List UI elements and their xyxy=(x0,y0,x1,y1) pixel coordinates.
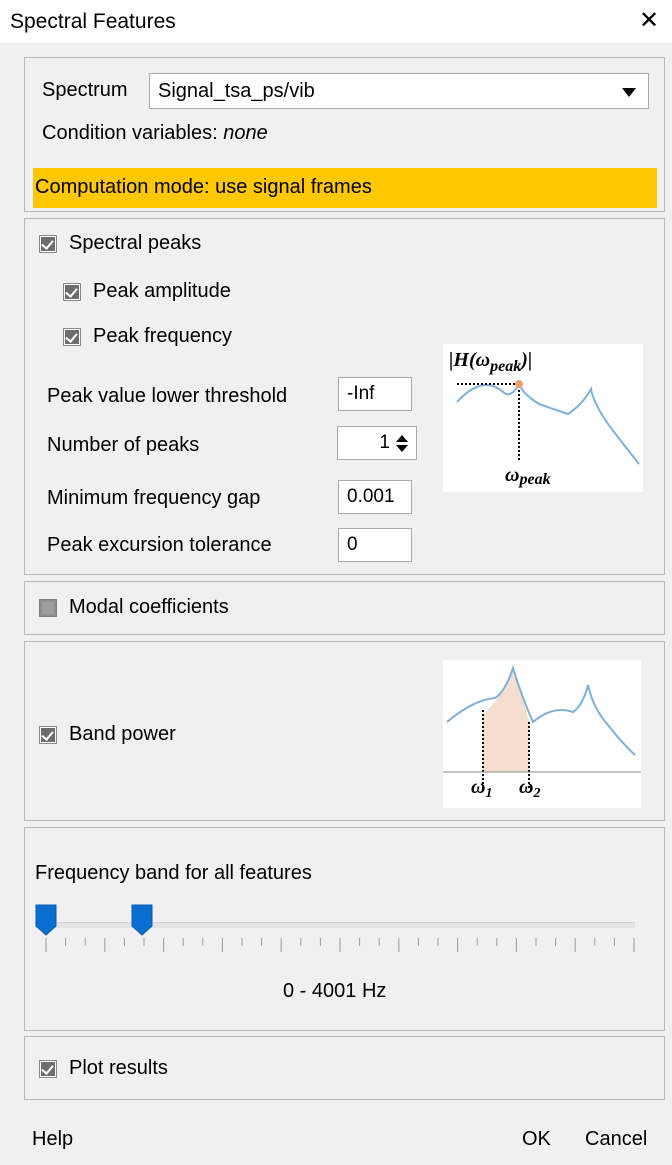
slider-track xyxy=(35,922,635,928)
modal-panel: Modal coefficients xyxy=(24,581,665,635)
frequency-range-text: 0 - 4001 Hz xyxy=(283,980,387,1002)
num-peaks-value: 1 xyxy=(379,432,390,453)
plot-panel: Plot results xyxy=(24,1036,665,1100)
spinner-down-icon[interactable] xyxy=(396,445,408,452)
band-power-label: Band power xyxy=(69,723,176,745)
peak-diagram: |H(ωpeak)| ωpeak xyxy=(443,344,643,492)
band-power-diagram-svg: ω1 ω2 xyxy=(443,664,641,801)
band-power-diagram: ω1 ω2 xyxy=(443,660,641,808)
min-gap-label: Minimum frequency gap xyxy=(47,487,261,509)
band-power-panel: Band power ω1 ω2 xyxy=(24,641,665,821)
condition-variables-text: Condition variables: xyxy=(42,122,218,144)
spectrum-label: Spectrum xyxy=(42,79,128,101)
spectrum-dropdown[interactable]: Signal_tsa_ps/vib xyxy=(149,73,649,109)
slider-high-thumb[interactable] xyxy=(131,904,153,936)
peak-frequency-checkbox[interactable] xyxy=(63,328,81,346)
peak-frequency-label: Peak frequency xyxy=(93,325,232,347)
frequency-band-slider[interactable] xyxy=(35,904,635,964)
window-title: Spectral Features xyxy=(10,10,176,33)
threshold-input[interactable]: -Inf xyxy=(338,377,412,411)
plot-results-checkbox[interactable] xyxy=(39,1060,57,1078)
frequency-band-label: Frequency band for all features xyxy=(35,862,312,884)
cancel-button[interactable]: Cancel xyxy=(585,1128,647,1151)
modal-coefficients-checkbox[interactable] xyxy=(39,599,57,617)
excursion-input[interactable]: 0 xyxy=(338,528,412,562)
num-peaks-label: Number of peaks xyxy=(47,434,200,456)
num-peaks-spinner[interactable]: 1 xyxy=(337,426,417,460)
amplitude-label: |H(ωpeak)| xyxy=(449,349,532,375)
slider-ticks xyxy=(45,938,635,952)
threshold-label: Peak value lower threshold xyxy=(47,385,288,407)
min-gap-input[interactable]: 0.001 xyxy=(338,480,412,514)
peak-diagram-svg: |H(ωpeak)| ωpeak xyxy=(449,349,640,488)
spectral-peaks-checkbox[interactable] xyxy=(39,235,57,253)
spectrum-curve xyxy=(456,381,640,465)
modal-coefficients-label: Modal coefficients xyxy=(69,596,229,618)
omega-2-label: ω2 xyxy=(519,776,540,801)
frequency-label: ωpeak xyxy=(505,464,551,488)
slider-low-thumb[interactable] xyxy=(35,904,57,936)
spectrum-selected-value: Signal_tsa_ps/vib xyxy=(158,80,315,102)
frequency-band-panel: Frequency band for all features 0 - 4001… xyxy=(24,827,665,1031)
close-icon[interactable]: ✕ xyxy=(634,6,664,36)
condition-variables-label: Condition variables: none xyxy=(42,122,268,145)
omega-1-label: ω1 xyxy=(471,776,492,801)
excursion-label: Peak excursion tolerance xyxy=(47,534,272,556)
peak-amplitude-label: Peak amplitude xyxy=(93,280,231,302)
peak-amplitude-checkbox[interactable] xyxy=(63,283,81,301)
computation-mode-text: Computation mode: use signal frames xyxy=(35,176,372,198)
band-spectrum-curve xyxy=(446,664,636,756)
title-bar: Spectral Features ✕ xyxy=(0,0,672,44)
spinner-up-icon[interactable] xyxy=(396,435,408,442)
computation-mode-banner: Computation mode: use signal frames xyxy=(33,168,657,208)
band-power-checkbox[interactable] xyxy=(39,726,57,744)
help-button[interactable]: Help xyxy=(32,1128,73,1151)
spectrum-panel: Spectrum Signal_tsa_ps/vib Condition var… xyxy=(24,57,665,212)
plot-results-label: Plot results xyxy=(69,1057,168,1079)
chevron-down-icon xyxy=(622,88,636,97)
spectral-peaks-panel: Spectral peaks Peak amplitude Peak frequ… xyxy=(24,218,665,575)
condition-variables-value: none xyxy=(223,122,268,144)
spectral-peaks-label: Spectral peaks xyxy=(69,232,202,254)
peak-marker xyxy=(515,380,523,388)
ok-button[interactable]: OK xyxy=(522,1128,551,1151)
